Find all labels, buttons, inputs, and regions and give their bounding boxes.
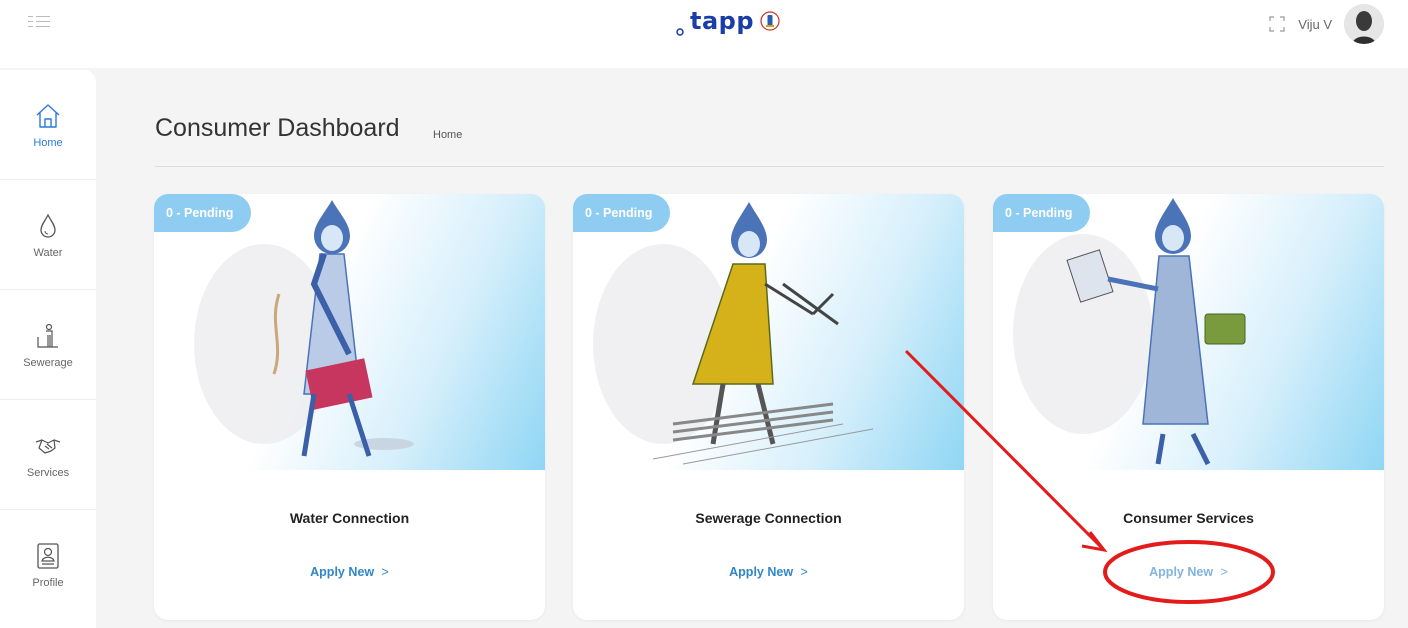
page-title: Consumer Dashboard [155, 114, 400, 142]
sidebar-item-label: Services [26, 466, 70, 479]
profile-icon [37, 543, 59, 569]
sidebar: Home Water Sewerage Services Profile [0, 70, 96, 628]
avatar[interactable] [1344, 4, 1384, 44]
apply-new-label: Apply New [1149, 565, 1214, 579]
apply-new-link[interactable]: Apply New > [993, 565, 1384, 579]
user-avatar-icon [1344, 4, 1384, 44]
water-drop-icon [40, 213, 56, 238]
sewerage-connection-illustration [573, 194, 964, 470]
fullscreen-icon[interactable] [1268, 15, 1286, 33]
sidebar-item-label: Water [33, 246, 63, 259]
card-title: Sewerage Connection [695, 510, 842, 526]
sidebar-item-label: Profile [32, 577, 64, 589]
sidebar-item-label: Home [33, 136, 63, 149]
consumer-services-card[interactable]: 0 - Pending Consumer Services Apply New … [993, 194, 1384, 620]
app-logo[interactable]: tapp [674, 4, 780, 38]
sidebar-item-label: Sewerage [23, 356, 73, 369]
apply-new-label: Apply New [729, 565, 794, 579]
apply-new-label: Apply New [310, 565, 375, 579]
home-icon [36, 103, 60, 128]
sidebar-item-home[interactable]: Home [0, 70, 96, 180]
card-title: Consumer Services [1123, 510, 1254, 526]
chevron-right-icon: > [800, 565, 808, 579]
sidebar-item-services[interactable]: Services [0, 400, 96, 510]
pending-badge: 0 - Pending [993, 194, 1091, 232]
header-divider [155, 166, 1384, 167]
water-connection-card[interactable]: 0 - Pending Water Connection Apply New > [154, 194, 545, 620]
apply-new-link[interactable]: Apply New > [573, 565, 964, 579]
menu-icon[interactable] [28, 14, 52, 28]
drop-logo-icon [676, 28, 684, 36]
logo-text: tapp [690, 7, 755, 35]
user-area: Viju V [1268, 4, 1384, 44]
consumer-services-illustration [993, 194, 1384, 470]
water-connection-illustration [154, 194, 545, 470]
pending-badge: 0 - Pending [154, 194, 252, 232]
user-name[interactable]: Viju V [1298, 17, 1332, 32]
card-title: Water Connection [289, 510, 410, 526]
sidebar-item-water[interactable]: Water [0, 180, 96, 290]
pending-badge: 0 - Pending [573, 194, 671, 232]
chevron-right-icon: > [1220, 565, 1228, 579]
handshake-icon [35, 438, 61, 454]
breadcrumb[interactable]: Home [433, 129, 462, 141]
emblem-icon [760, 11, 780, 31]
apply-new-link[interactable]: Apply New > [154, 565, 545, 579]
sidebar-item-sewerage[interactable]: Sewerage [0, 290, 96, 400]
sidebar-item-profile[interactable]: Profile [0, 510, 96, 620]
chevron-right-icon: > [381, 565, 389, 579]
top-bar: tapp Viju V [0, 0, 1408, 68]
sewerage-connection-card[interactable]: 0 - Pending Sewerage Connection Apply Ne… [573, 194, 964, 620]
sewerage-icon [37, 323, 58, 348]
